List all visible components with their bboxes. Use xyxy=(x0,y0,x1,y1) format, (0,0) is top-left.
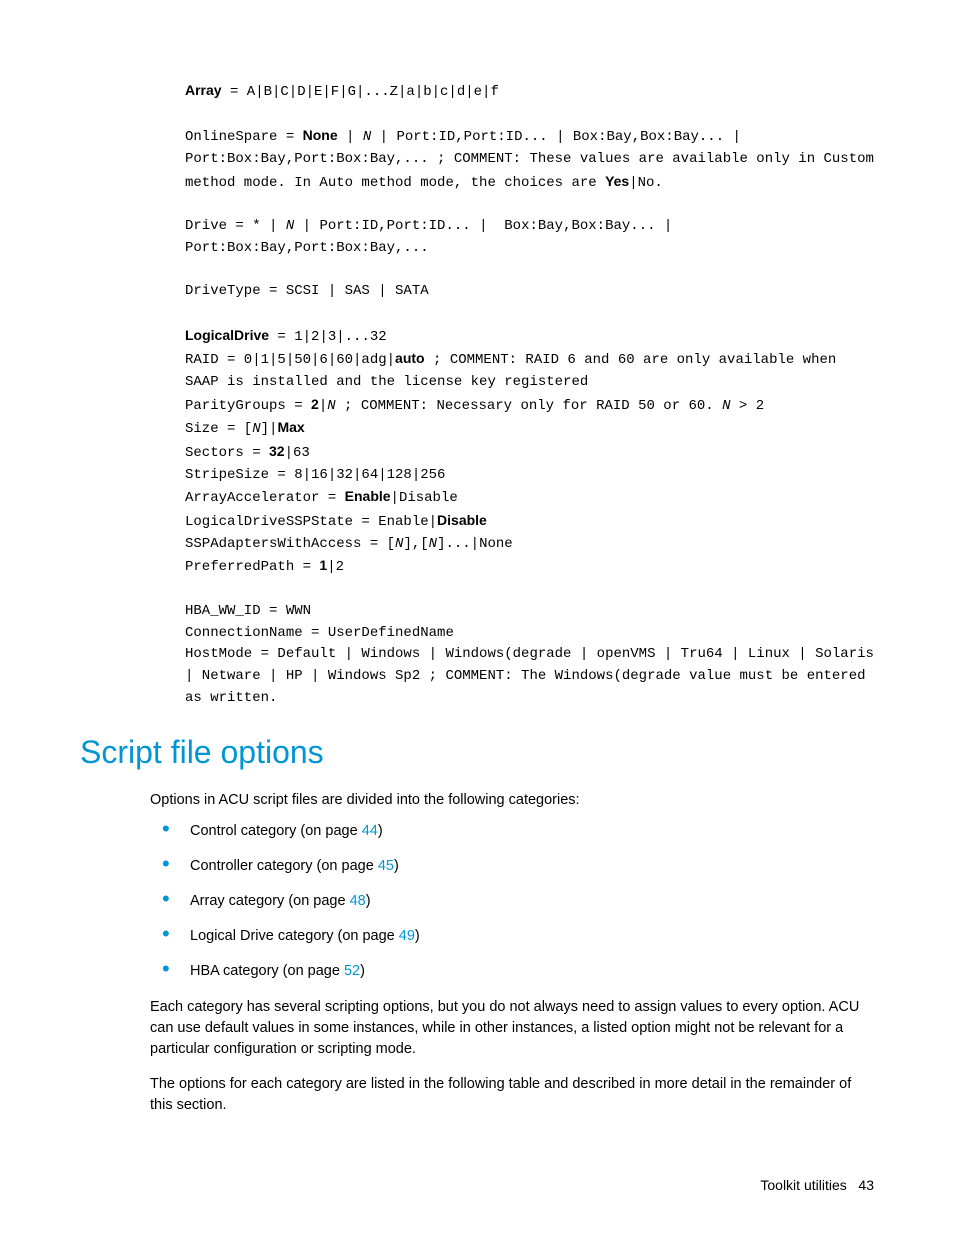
page-number: 43 xyxy=(858,1177,874,1193)
list-item: Logical Drive category (on page 49) xyxy=(150,926,874,947)
footer-text: Toolkit utilities xyxy=(760,1177,846,1193)
disable-keyword: Disable xyxy=(437,512,487,528)
logicaldrive-keyword: LogicalDrive xyxy=(185,327,269,343)
array-keyword: Array xyxy=(185,82,222,98)
category-list: Control category (on page 44) Controller… xyxy=(150,821,874,982)
auto-keyword: auto xyxy=(395,350,425,366)
section-heading: Script file options xyxy=(80,729,874,775)
body-paragraph: The options for each category are listed… xyxy=(150,1074,874,1116)
page-link[interactable]: 45 xyxy=(378,858,394,874)
none-keyword: None xyxy=(303,127,338,143)
intro-paragraph: Options in ACU script files are divided … xyxy=(150,790,874,811)
list-item: Controller category (on page 45) xyxy=(150,856,874,877)
enable-keyword: Enable xyxy=(345,488,391,504)
page-footer: Toolkit utilities 43 xyxy=(760,1175,874,1195)
list-item: Array category (on page 48) xyxy=(150,891,874,912)
page-link[interactable]: 52 xyxy=(344,963,360,979)
page-content: Array = A|B|C|D|E|F|G|...Z|a|b|c|d|e|f O… xyxy=(0,0,954,1116)
list-item: HBA category (on page 52) xyxy=(150,961,874,982)
max-keyword: Max xyxy=(277,419,304,435)
page-link[interactable]: 48 xyxy=(350,893,366,909)
page-link[interactable]: 49 xyxy=(399,928,415,944)
list-item: Control category (on page 44) xyxy=(150,821,874,842)
page-link[interactable]: 44 xyxy=(362,823,378,839)
body-paragraph: Each category has several scripting opti… xyxy=(150,997,874,1060)
yes-keyword: Yes xyxy=(605,173,629,189)
code-block: Array = A|B|C|D|E|F|G|...Z|a|b|c|d|e|f O… xyxy=(185,80,874,709)
